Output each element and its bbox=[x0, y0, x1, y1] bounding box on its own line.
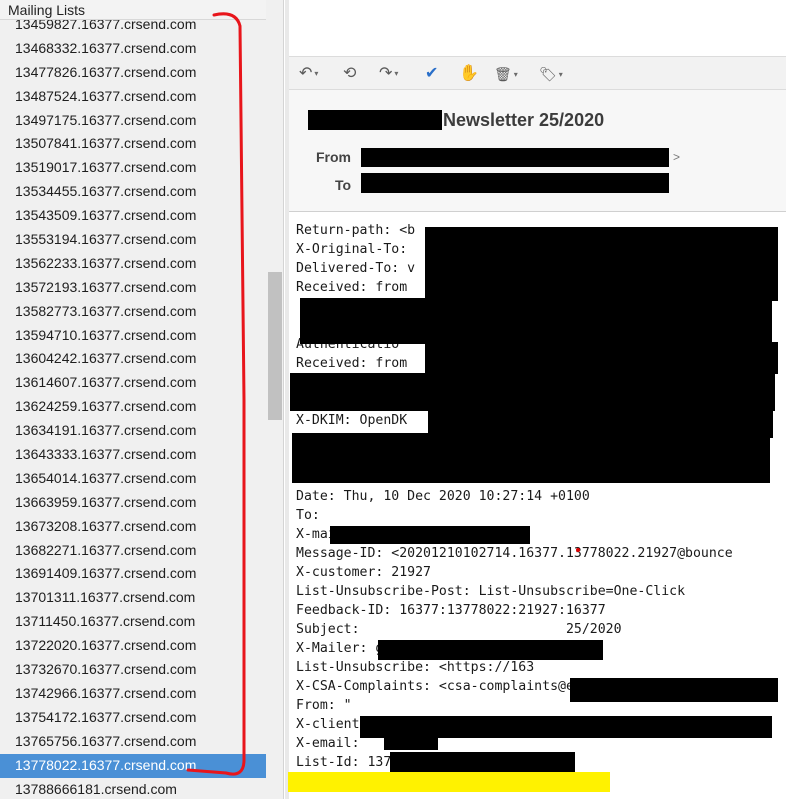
bracket-stroke bbox=[186, 12, 246, 776]
red-bracket-annotation bbox=[186, 12, 246, 776]
